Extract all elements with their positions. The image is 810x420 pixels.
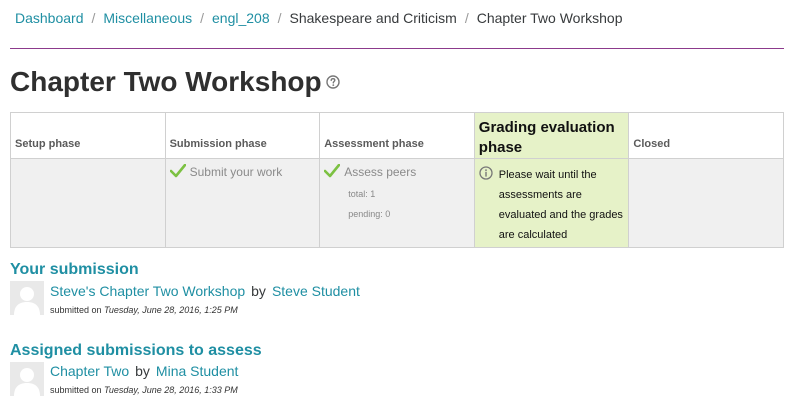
breadcrumb: Dashboard / Miscellaneous / engl_208 / Shakesp… [15,10,622,26]
phase-name: Closed [633,138,671,150]
page-title-text: Chapter Two Workshop [10,66,322,97]
user-avatar-icon [10,281,44,315]
breadcrumb-course[interactable]: engl_208 [212,10,270,26]
phase-closed: Closed [629,113,783,247]
submitted-date: Tuesday, June 28, 2016, 1:25 PM [104,305,238,315]
checkmark-icon [169,163,186,178]
task-label: Assess peers [344,165,417,179]
by-label: by [251,283,266,299]
workshop-phases-table: Setup phase Submission phase Submit your… [10,112,784,248]
submitted-prefix: submitted on [50,305,102,315]
phase-info-text: Please wait until the assessments are ev… [498,169,623,241]
breadcrumb-separator: / [277,10,282,26]
author-link[interactable]: Steve Student [272,283,360,299]
breadcrumb-miscellaneous[interactable]: Miscellaneous [103,10,192,26]
phase-name: Grading evaluation phase [478,119,615,156]
assess-pending: pending: 0 [348,209,391,219]
breadcrumb-separator: / [464,10,469,26]
your-submission-heading: Your submission [10,261,139,278]
avatar[interactable] [10,362,44,396]
breadcrumb-dashboard[interactable]: Dashboard [15,10,84,26]
checkmark-icon [324,163,341,178]
by-label: by [135,363,150,379]
phase-setup: Setup phase [11,113,166,247]
phase-submission: Submission phase Submit your work [165,113,321,247]
submission-title-link[interactable]: Steve's Chapter Two Workshop [50,283,245,299]
breadcrumb-separator: / [200,10,204,26]
info-icon [479,166,493,180]
assigned-submissions-heading: Assigned submissions to assess [10,342,262,359]
task-submit-work: Submit your work [169,163,283,180]
assess-total: total: 1 [348,189,376,199]
submitted-prefix: submitted on [50,385,102,395]
phase-name: Assessment phase [324,138,424,150]
phase-name: Submission phase [169,138,267,150]
task-label: Submit your work [189,165,283,179]
breadcrumb-section[interactable]: Shakespeare and Criticism [290,10,457,26]
avatar[interactable] [10,281,44,315]
phase-info: Please wait until the assessments are ev… [479,165,625,245]
submitted-date: Tuesday, June 28, 2016, 1:33 PM [104,385,238,395]
breadcrumb-current: Chapter Two Workshop [476,10,623,26]
submitted-on: submitted on Tuesday, June 28, 2016, 1:2… [50,305,238,315]
assigned-author-link[interactable]: Mina Student [156,363,239,379]
phase-assessment: Assessment phase Assess peers total: 1 p… [320,113,475,247]
phase-grading-evaluation: Grading evaluation phase Please wait unt… [474,113,630,247]
user-avatar-icon [10,362,44,396]
assigned-submitted-on: submitted on Tuesday, June 28, 2016, 1:3… [50,385,238,395]
breadcrumb-separator: / [91,10,96,26]
submission-line: Steve's Chapter Two Workshop by Steve Stud… [50,283,360,299]
assigned-title-link[interactable]: Chapter Two [50,363,129,379]
help-circle-icon[interactable] [325,74,340,89]
header-divider [10,48,784,49]
assigned-line: Chapter Two by Mina Student [50,363,238,379]
task-assess-peers: Assess peers [324,163,417,180]
phase-name: Setup phase [15,138,81,150]
page-title: Chapter Two Workshop [10,66,340,98]
